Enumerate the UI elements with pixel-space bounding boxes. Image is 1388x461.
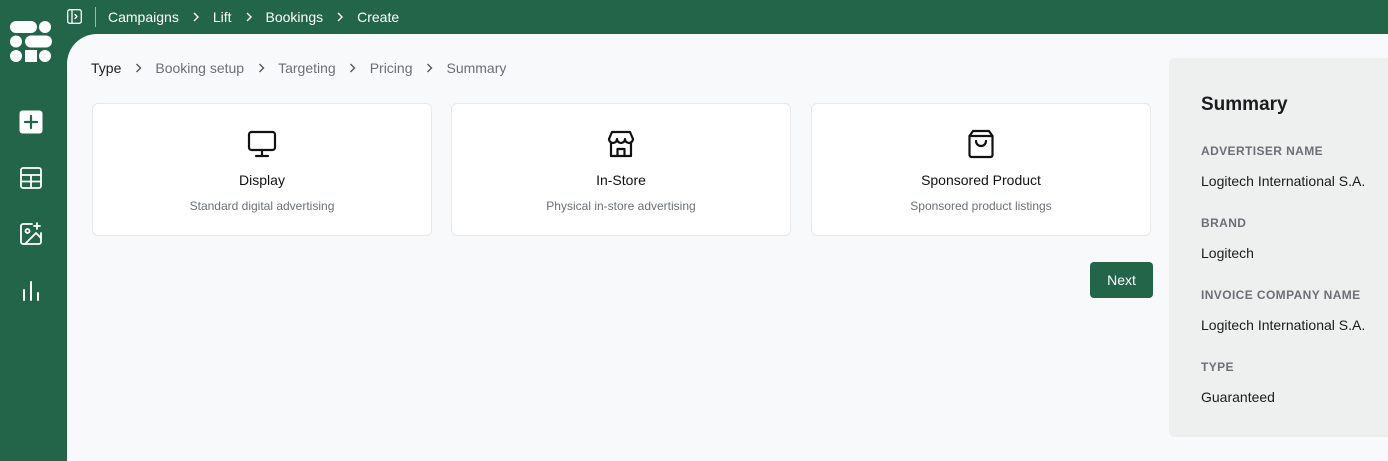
- next-button[interactable]: Next: [1090, 262, 1153, 298]
- create-button[interactable]: [18, 109, 44, 135]
- shopping-bag-icon: [968, 129, 994, 159]
- card-title: Display: [239, 172, 285, 188]
- type-card-in-store[interactable]: In-Store Physical in-store advertising: [451, 103, 791, 236]
- side-rail: [0, 0, 67, 461]
- summary-panel: Summary ADVERTISER NAME Logitech Interna…: [1169, 58, 1388, 437]
- divider: [95, 7, 96, 27]
- breadcrumb-lift[interactable]: Lift: [213, 9, 232, 25]
- invoice-company-value: Logitech International S.A.: [1201, 317, 1366, 333]
- step-pricing[interactable]: Pricing: [370, 60, 413, 76]
- chevron-right-icon: [254, 63, 268, 73]
- advertiser-name-label: ADVERTISER NAME: [1201, 144, 1324, 158]
- type-label: TYPE: [1201, 360, 1234, 374]
- breadcrumb-create: Create: [357, 9, 400, 25]
- summary-title: Summary: [1201, 94, 1288, 115]
- bookings-nav[interactable]: [18, 165, 44, 191]
- sidebar-toggle-icon[interactable]: [67, 9, 82, 24]
- breadcrumb: Campaigns Lift Bookings Create: [108, 0, 399, 34]
- chevron-right-icon: [186, 12, 206, 22]
- step-booking-setup[interactable]: Booking setup: [155, 60, 244, 76]
- chevron-right-icon: [131, 63, 145, 73]
- card-title: Sponsored Product: [921, 172, 1041, 188]
- brand-value: Logitech: [1201, 245, 1254, 261]
- table-icon: [20, 167, 42, 189]
- main-content: Type Booking setup Targeting Pricing Sum…: [67, 34, 1388, 461]
- step-type[interactable]: Type: [91, 60, 121, 76]
- chevron-right-icon: [239, 12, 259, 22]
- invoice-company-label: INVOICE COMPANY NAME: [1201, 288, 1361, 302]
- plus-square-icon: [19, 110, 43, 134]
- brand-label: BRAND: [1201, 216, 1247, 230]
- type-value: Guaranteed: [1201, 389, 1275, 405]
- breadcrumb-campaigns[interactable]: Campaigns: [108, 9, 179, 25]
- monitor-icon: [247, 130, 277, 158]
- chevron-right-icon: [346, 63, 360, 73]
- step-targeting[interactable]: Targeting: [278, 60, 336, 76]
- reports-nav[interactable]: [18, 277, 44, 303]
- breadcrumb-bookings[interactable]: Bookings: [266, 9, 324, 25]
- type-card-display[interactable]: Display Standard digital advertising: [92, 103, 432, 236]
- image-plus-icon: [20, 222, 42, 245]
- advertiser-name-value: Logitech International S.A.: [1201, 173, 1366, 189]
- card-subtitle: Physical in-store advertising: [546, 199, 696, 213]
- top-bar: Campaigns Lift Bookings Create: [67, 0, 1388, 34]
- card-title: In-Store: [596, 172, 646, 188]
- app-logo[interactable]: [10, 21, 52, 62]
- bar-chart-icon: [23, 281, 39, 301]
- card-subtitle: Sponsored product listings: [910, 199, 1052, 213]
- stepper: Type Booking setup Targeting Pricing Sum…: [91, 60, 506, 76]
- step-summary[interactable]: Summary: [446, 60, 506, 76]
- card-subtitle: Standard digital advertising: [189, 199, 335, 213]
- type-card-sponsored-product[interactable]: Sponsored Product Sponsored product list…: [811, 103, 1151, 236]
- chevron-right-icon: [422, 63, 436, 73]
- creatives-nav[interactable]: [18, 221, 44, 247]
- chevron-right-icon: [330, 12, 350, 22]
- store-icon: [607, 130, 635, 158]
